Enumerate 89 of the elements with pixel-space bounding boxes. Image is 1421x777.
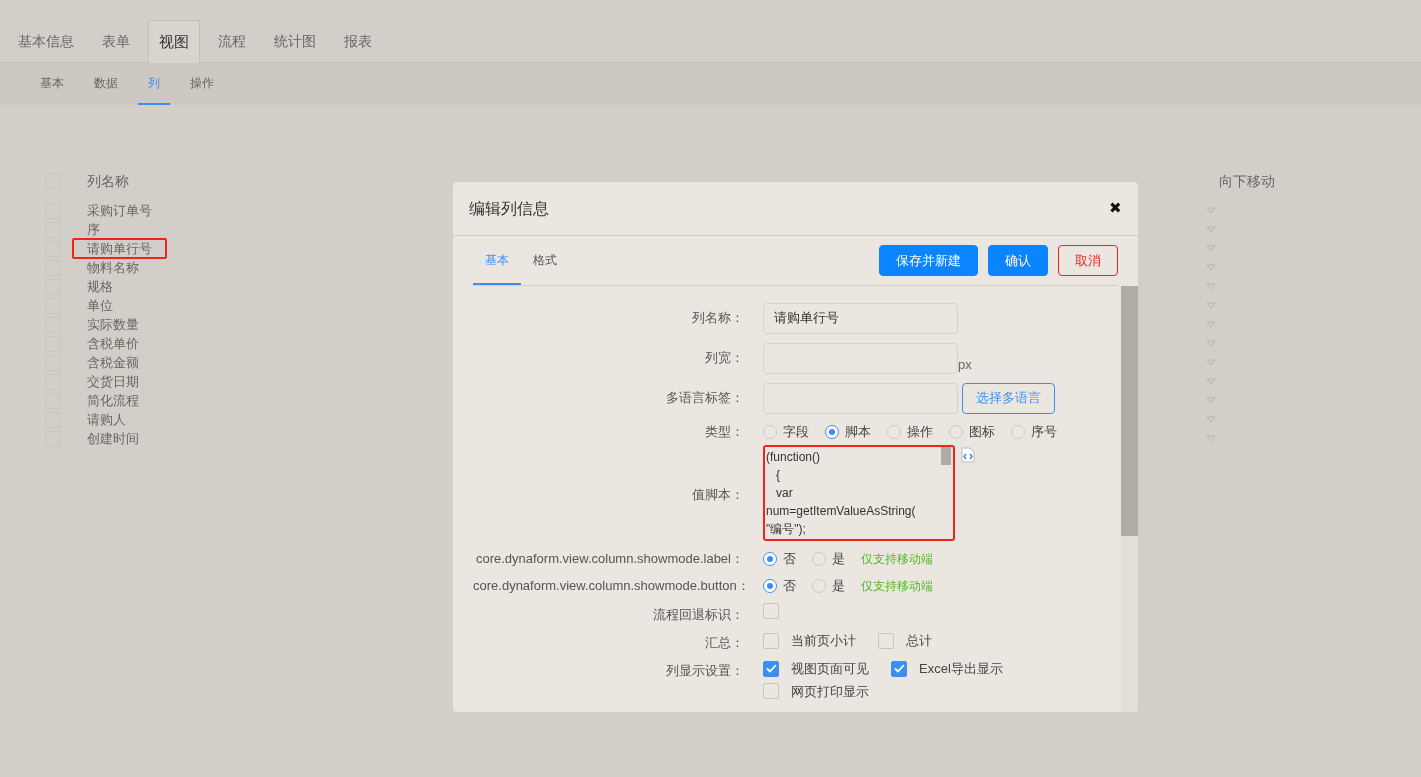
- sub-tab[interactable]: 操作: [180, 63, 224, 105]
- scrollbar[interactable]: [1121, 286, 1138, 712]
- radio-button[interactable]: [825, 424, 839, 439]
- column-name: 创建时间: [86, 430, 140, 448]
- column-name: 请购单行号: [72, 238, 167, 259]
- move-down-icon[interactable]: [1206, 302, 1216, 309]
- column-name: 含税单价: [86, 335, 140, 353]
- code-file-icon[interactable]: [961, 447, 975, 463]
- checkbox-label: 总计: [906, 632, 932, 650]
- tab[interactable]: 视图: [148, 20, 200, 63]
- radio-label: 否: [783, 576, 796, 595]
- move-down-icon[interactable]: [1206, 359, 1216, 366]
- move-down-icon[interactable]: [1206, 435, 1216, 442]
- tab[interactable]: 表单: [92, 20, 140, 63]
- checkbox-label: 网页打印显示: [791, 682, 869, 701]
- radio-label: 序号: [1031, 422, 1057, 441]
- move-down-icon[interactable]: [1206, 321, 1216, 328]
- dialog-button[interactable]: 保存并新建: [879, 245, 978, 276]
- column-header: 向下移动: [1219, 171, 1275, 191]
- sub-tab[interactable]: 基本: [30, 63, 74, 105]
- dialog-button[interactable]: 确认: [988, 245, 1048, 276]
- scrollbar-thumb[interactable]: [941, 447, 951, 465]
- tab[interactable]: 流程: [208, 20, 256, 63]
- checkbox[interactable]: [763, 660, 779, 677]
- checkbox-label: Excel导出显示: [919, 660, 1003, 678]
- dialog-tab[interactable]: 基本: [473, 236, 521, 285]
- field-label: core.dynaform.view.column.showmode.label：: [474, 549, 745, 568]
- dialog-title: 编辑列信息: [469, 198, 549, 219]
- move-down-icon[interactable]: [1206, 416, 1216, 423]
- column-name: 实际数量: [86, 316, 140, 334]
- field-label: 列宽：: [704, 349, 745, 368]
- dialog-button[interactable]: 取消: [1058, 245, 1118, 276]
- field-label: 类型：: [704, 422, 745, 441]
- move-down-icon[interactable]: [1206, 207, 1216, 214]
- text-field[interactable]: 请购单行号: [763, 302, 958, 334]
- field-label: core.dynaform.view.column.showmode.button：: [473, 576, 751, 595]
- field-label: 列显示设置：: [665, 662, 745, 680]
- field-label: 列名称：: [691, 309, 745, 328]
- radio-label: 否: [783, 549, 796, 568]
- move-down-icon[interactable]: [1206, 264, 1216, 271]
- sub-tab[interactable]: 数据: [84, 63, 128, 105]
- select-language-button[interactable]: 选择多语言: [962, 382, 1055, 414]
- radio-label: 是: [832, 549, 845, 568]
- move-down-icon[interactable]: [1206, 245, 1216, 252]
- script-field[interactable]: (function() { var num=getItemValueAsString( "编号");: [763, 445, 955, 541]
- dialog-tab[interactable]: 格式: [521, 236, 569, 285]
- field-label: 多语言标签：: [665, 389, 745, 408]
- move-down-icon[interactable]: [1206, 340, 1216, 347]
- radio-label: 脚本: [845, 422, 871, 441]
- radio-button[interactable]: [763, 578, 777, 593]
- column-header: 列名称: [87, 171, 130, 191]
- tab[interactable]: 基本信息: [8, 20, 84, 63]
- script-text: (function() { var num=getItemValueAsString( "编号");: [765, 449, 917, 538]
- move-down-icon[interactable]: [1206, 397, 1216, 404]
- tab[interactable]: 统计图: [264, 20, 326, 63]
- scrollbar-thumb[interactable]: [1121, 286, 1138, 536]
- column-name: 序: [86, 221, 101, 239]
- radio-button[interactable]: [763, 551, 777, 566]
- column-name: 采购订单号: [86, 202, 153, 220]
- radio-label: 图标: [969, 422, 995, 441]
- field-label: 值脚本：: [691, 486, 745, 505]
- field-label: 流程回退标识：: [652, 606, 745, 624]
- column-name: 单位: [86, 297, 114, 315]
- column-name: 简化流程: [86, 392, 140, 410]
- unit-label: px: [958, 355, 972, 374]
- checkbox[interactable]: [891, 660, 907, 677]
- checkbox[interactable]: [763, 603, 779, 619]
- column-name: 交货日期: [86, 373, 140, 391]
- close-button[interactable]: ✖: [1109, 197, 1122, 220]
- column-name: 请购人: [86, 411, 127, 429]
- column-name: 含税金额: [86, 354, 140, 372]
- checkbox-label: 当前页小计: [791, 632, 856, 650]
- checkbox[interactable]: [878, 632, 894, 649]
- move-down-icon[interactable]: [1206, 378, 1216, 385]
- checkbox-label: 视图页面可见: [791, 660, 869, 678]
- field-label: 汇总：: [704, 634, 745, 652]
- checkbox[interactable]: [763, 683, 779, 700]
- column-name: 物料名称: [86, 259, 140, 277]
- checkbox[interactable]: [763, 632, 779, 649]
- note-text: 仅支持移动端: [861, 577, 933, 595]
- tab[interactable]: 报表: [334, 20, 382, 63]
- note-text: 仅支持移动端: [861, 550, 933, 568]
- move-down-icon[interactable]: [1206, 226, 1216, 233]
- radio-label: 是: [832, 576, 845, 595]
- sub-tab[interactable]: 列: [138, 63, 170, 105]
- radio-label: 操作: [907, 422, 933, 441]
- move-down-icon[interactable]: [1206, 283, 1216, 290]
- radio-label: 字段: [783, 422, 809, 441]
- column-name: 规格: [86, 278, 114, 296]
